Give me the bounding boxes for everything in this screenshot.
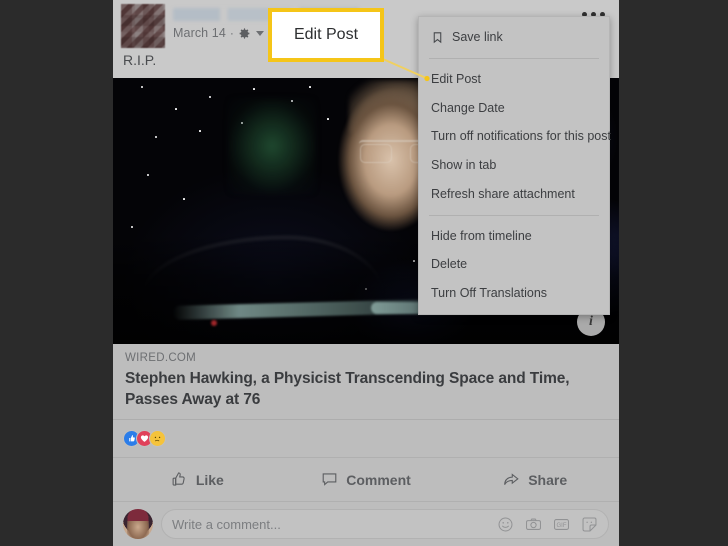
share-button-label: Share	[528, 471, 568, 488]
menu-item-label: Turn off notifications for this post	[431, 129, 611, 144]
menu-item-delete[interactable]: Delete	[419, 250, 609, 279]
gif-icon[interactable]: GIF	[553, 516, 570, 533]
chevron-down-icon[interactable]	[256, 30, 265, 36]
comment-input-placeholder: Write a comment...	[172, 516, 281, 532]
gear-icon[interactable]	[238, 27, 251, 40]
menu-item-hide-from-timeline[interactable]: Hide from timeline	[419, 222, 609, 251]
menu-separator	[429, 57, 599, 59]
menu-item-show-in-tab[interactable]: Show in tab	[419, 151, 609, 180]
post-date[interactable]: March 14	[173, 26, 226, 40]
menu-item-save-link[interactable]: Save link	[419, 23, 609, 52]
menu-separator	[429, 214, 599, 216]
monitor-glow	[228, 98, 316, 194]
menu-item-label: Refresh share attachment	[431, 186, 575, 201]
like-button[interactable]: Like	[113, 471, 282, 488]
camera-icon[interactable]	[525, 516, 542, 533]
comment-bubble-icon	[321, 471, 338, 488]
reaction-icons[interactable]	[123, 430, 166, 447]
share-arrow-icon	[502, 471, 520, 488]
sad-reaction-icon[interactable]	[149, 430, 166, 447]
share-button[interactable]: Share	[450, 471, 619, 488]
comment-composer: Write a comment... GIF	[113, 502, 619, 546]
sticker-icon[interactable]	[581, 516, 598, 533]
menu-item-label: Change Date	[431, 100, 505, 115]
menu-item-edit-post[interactable]: Edit Post	[419, 65, 609, 94]
post-action-bar: Like Comment Share	[113, 458, 619, 502]
link-domain: WIRED.COM	[125, 352, 197, 364]
bookmark-icon	[431, 31, 444, 44]
screenshot-root: March 14 · R.I.P. i WIRED.COM Stephen Ha…	[0, 0, 728, 546]
link-preview[interactable]: WIRED.COM Stephen Hawking, a Physicist T…	[113, 344, 619, 420]
current-user-avatar[interactable]	[123, 509, 153, 539]
emoji-icon[interactable]	[497, 516, 514, 533]
callout-edit-post: Edit Post	[268, 8, 384, 62]
menu-item-turn-off-notifications[interactable]: Turn off notifications for this post	[419, 122, 611, 151]
menu-item-turn-off-translations[interactable]: Turn Off Translations	[419, 279, 609, 308]
menu-item-refresh-share-attachment[interactable]: Refresh share attachment	[419, 180, 609, 209]
author-avatar[interactable]	[121, 4, 165, 48]
comment-button-label: Comment	[346, 471, 411, 488]
comment-tool-icons: GIF	[497, 516, 598, 533]
reaction-summary[interactable]	[113, 420, 619, 458]
thumbs-up-icon	[171, 471, 188, 488]
post-caption: R.I.P.	[123, 52, 157, 68]
menu-item-change-date[interactable]: Change Date	[419, 94, 609, 123]
menu-item-label: Edit Post	[431, 71, 482, 86]
meta-separator: ·	[229, 26, 235, 40]
menu-item-label: Show in tab	[431, 158, 497, 172]
comment-button[interactable]: Comment	[282, 471, 451, 488]
menu-item-label: Hide from timeline	[431, 228, 532, 243]
like-button-label: Like	[195, 471, 224, 488]
svg-text:GIF: GIF	[557, 523, 567, 529]
indicator-light	[211, 320, 217, 326]
menu-item-label: Save link	[452, 30, 503, 44]
callout-leader-line	[376, 56, 430, 82]
post-meta: March 14 ·	[173, 26, 265, 40]
link-title[interactable]: Stephen Hawking, a Physicist Transcendin…	[125, 369, 607, 411]
post-options-menu: Save link Edit Post Change Date Turn off…	[418, 16, 611, 315]
callout-label: Edit Post	[293, 26, 359, 43]
comment-input[interactable]: Write a comment... GIF	[161, 509, 609, 539]
menu-item-label: Delete	[431, 257, 468, 272]
menu-item-label: Turn Off Translations	[431, 286, 548, 300]
